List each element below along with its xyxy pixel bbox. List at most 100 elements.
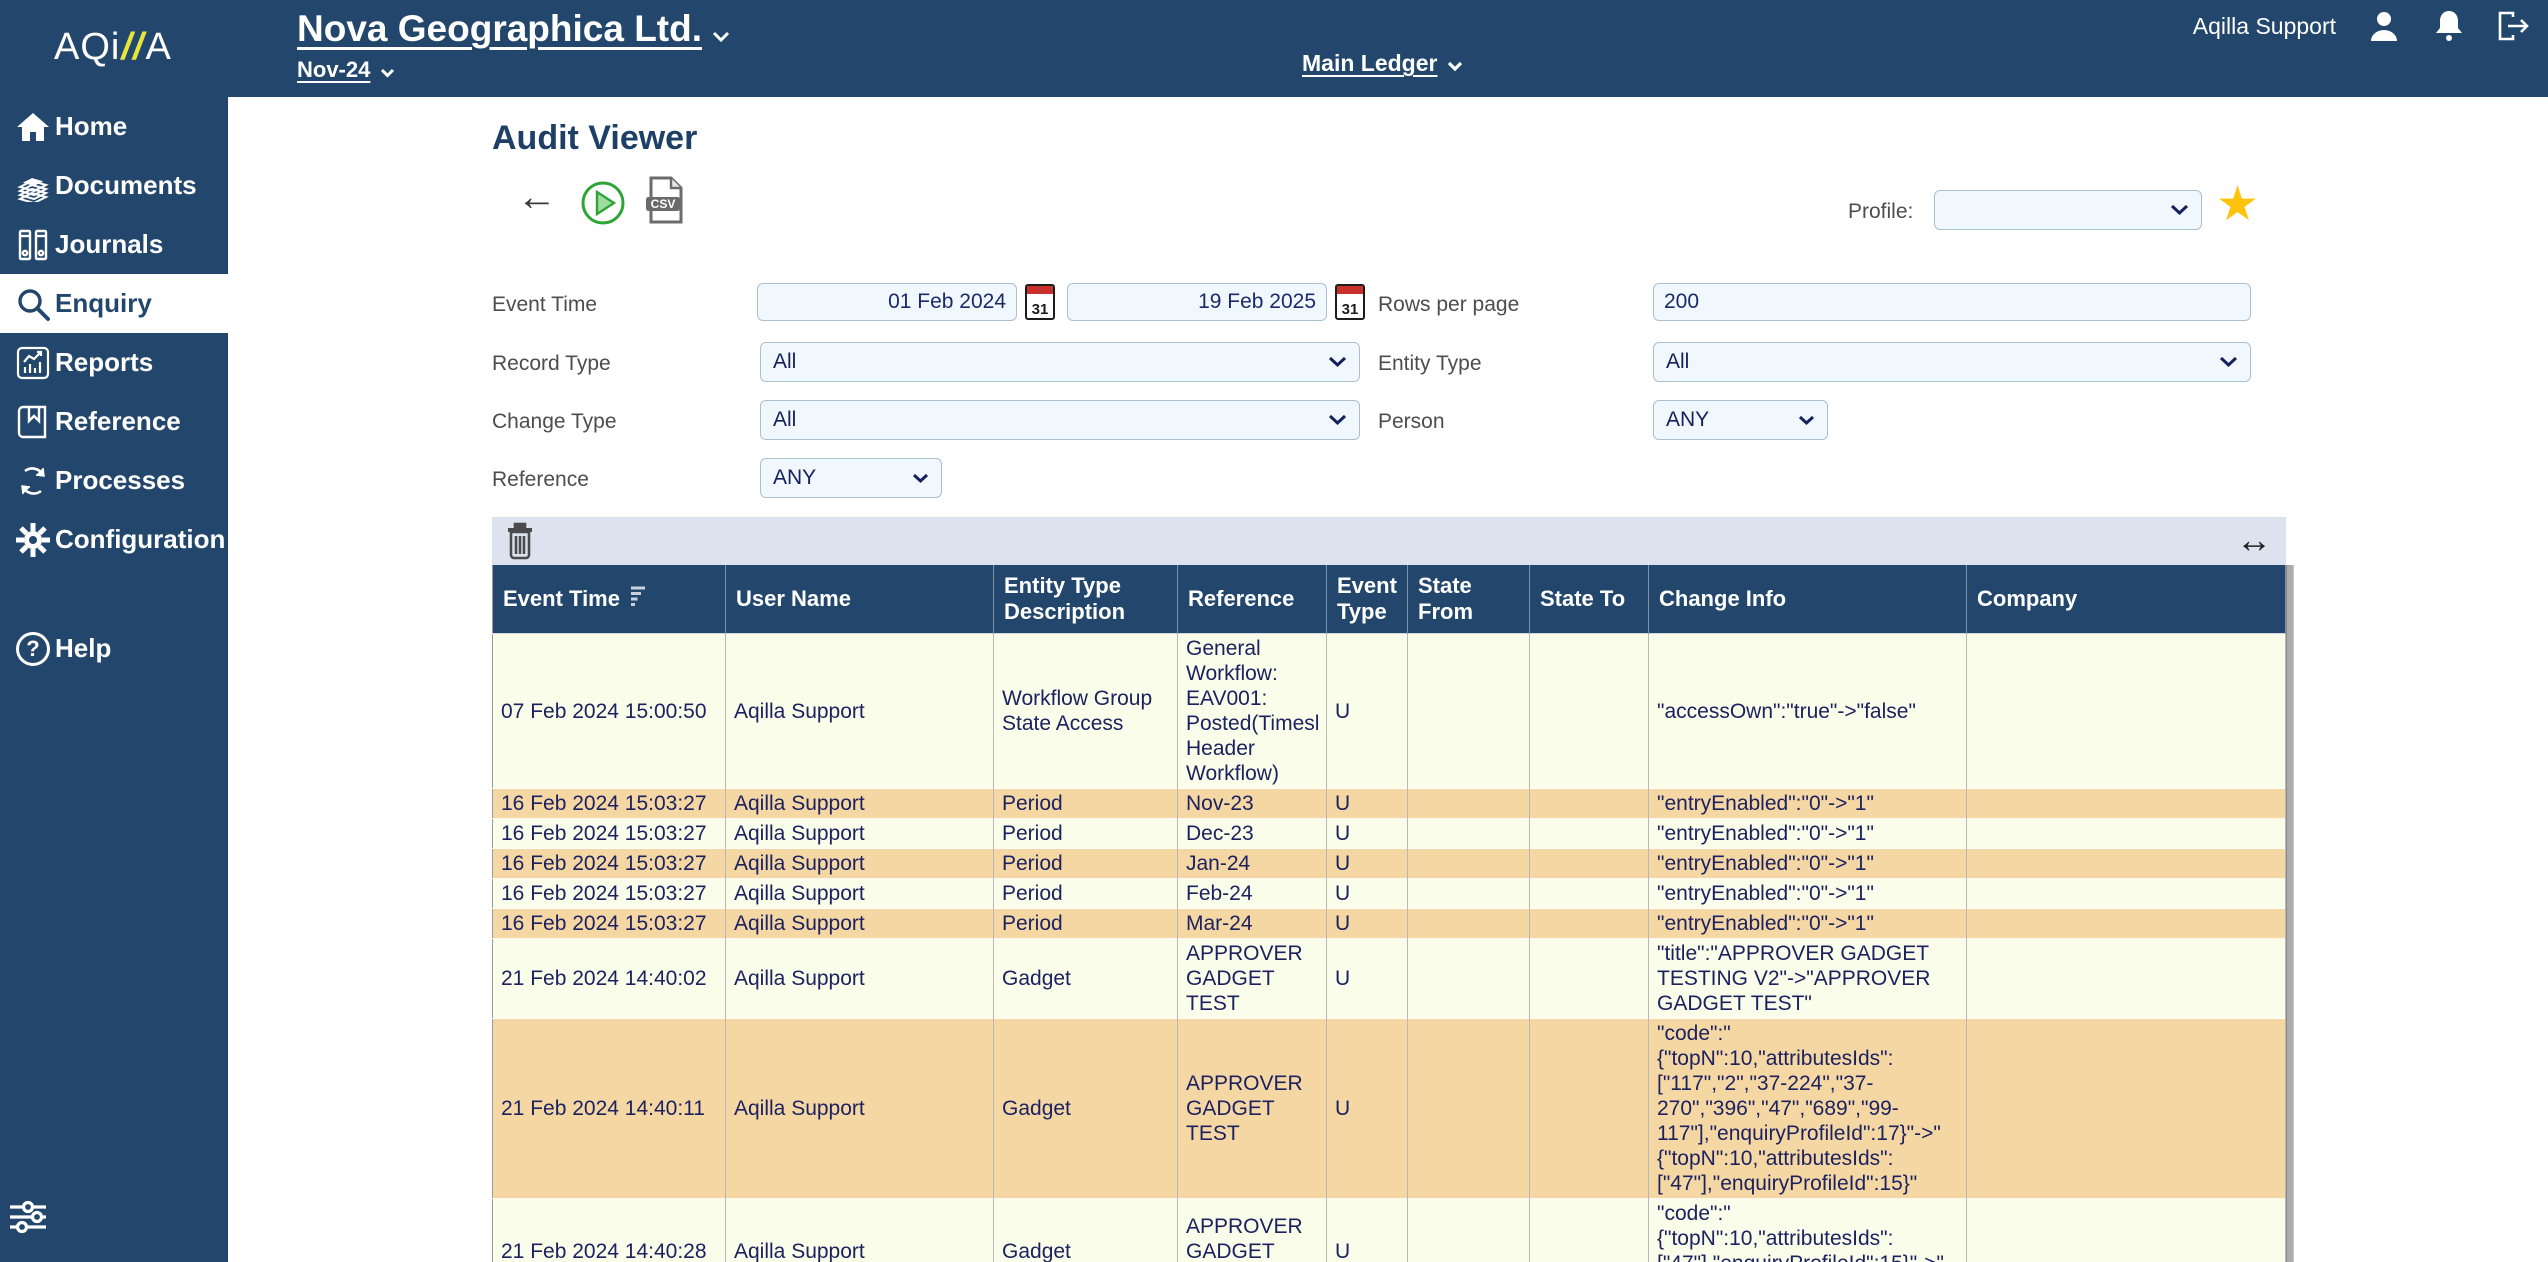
event-time-from-input[interactable] [757,283,1017,321]
sidebar-item-documents[interactable]: Documents [0,156,228,215]
cell-user-name: Aqilla Support [726,1199,994,1262]
calendar-icon[interactable]: 31 [1335,284,1365,320]
column-header-event-type[interactable]: Event Type [1327,565,1408,634]
calendar-body: 31 [1025,284,1055,320]
column-header-event-time[interactable]: Event Time [493,565,726,634]
table-row[interactable]: 07 Feb 2024 15:00:50 Aqilla Support Work… [493,634,2286,789]
cell-event-type: U [1327,879,1408,909]
favorite-star-icon[interactable]: ★ [2216,181,2259,229]
cell-event-type: U [1327,1019,1408,1199]
resize-columns-icon[interactable]: ↔ [2236,519,2272,561]
rows-per-page-input[interactable] [1653,283,2251,321]
table-row[interactable]: 16 Feb 2024 15:03:27 Aqilla Support Peri… [493,819,2286,849]
column-label: State To [1540,586,1625,611]
audit-table: Event Time User Name Entity Type Descrip… [492,565,2286,1262]
column-header-reference[interactable]: Reference [1178,565,1327,634]
calendar-icon[interactable]: 31 [1025,284,1055,320]
column-label: Reference [1188,586,1294,611]
cell-event-type: U [1327,939,1408,1019]
sidebar-item-label: Reports [55,347,153,378]
event-time-label: Event Time [492,293,597,317]
sidebar-item-home[interactable]: Home [0,97,228,156]
cell-change-info: "entryEnabled":"0"->"1" [1649,879,1967,909]
cell-company [1967,939,2286,1019]
home-icon [14,111,52,143]
column-header-entity-type-description[interactable]: Entity Type Description [994,565,1178,634]
cell-change-info: "entryEnabled":"0"->"1" [1649,819,1967,849]
column-header-company[interactable]: Company [1967,565,2286,634]
csv-export-icon[interactable]: CSV [642,176,686,229]
logo-slashes: // [120,26,145,68]
cell-event-time: 21 Feb 2024 14:40:28 [493,1199,726,1262]
vertical-scrollbar[interactable] [2286,565,2294,1262]
run-play-button[interactable] [580,180,626,231]
table-row[interactable]: 21 Feb 2024 14:40:02 Aqilla Support Gadg… [493,939,2286,1019]
profile-select[interactable] [1934,190,2202,230]
change-type-select[interactable]: All [760,400,1360,440]
cell-state-to [1530,879,1649,909]
company-selector[interactable]: Nova Geographica Ltd. [297,8,730,52]
cell-company [1967,789,2286,819]
sidebar-item-enquiry[interactable]: Enquiry [0,274,228,333]
cell-entity-type-description: Gadget [994,1199,1178,1262]
period-selector[interactable]: Nov-24 [297,57,395,84]
sidebar-item-reference[interactable]: Reference [0,392,228,451]
table-row[interactable]: 16 Feb 2024 15:03:27 Aqilla Support Peri… [493,879,2286,909]
cell-change-info: "entryEnabled":"0"->"1" [1649,849,1967,879]
column-header-state-from[interactable]: State From [1408,565,1530,634]
sidebar-item-configuration[interactable]: Configuration [0,510,228,569]
cell-change-info: "entryEnabled":"0"->"1" [1649,909,1967,939]
cell-user-name: Aqilla Support [726,849,994,879]
ledger-label: Main Ledger [1302,50,1437,76]
table-row[interactable]: 21 Feb 2024 14:40:11 Aqilla Support Gadg… [493,1019,2286,1199]
user-name[interactable]: Aqilla Support [2193,13,2336,40]
user-cluster: Aqilla Support [2193,8,2532,44]
cell-entity-type-description: Period [994,789,1178,819]
cell-company [1967,909,2286,939]
record-type-select[interactable]: All [760,342,1360,382]
column-header-state-to[interactable]: State To [1530,565,1649,634]
sidebar-item-help[interactable]: ? Help [0,619,228,678]
person-select[interactable]: ANY [1653,400,1828,440]
reference-select[interactable]: ANY [760,458,942,498]
column-header-user-name[interactable]: User Name [726,565,994,634]
chevron-down-icon [912,473,941,484]
chevron-down-icon [380,58,395,84]
chevron-down-icon [1328,414,1359,426]
calendar-top [1027,286,1053,294]
gear-icon [14,522,52,558]
notifications-bell-icon[interactable] [2432,8,2466,44]
search-icon [14,286,52,322]
sidebar-item-journals[interactable]: Journals [0,215,228,274]
sidebar-item-reports[interactable]: Reports [0,333,228,392]
cell-entity-type-description: Period [994,879,1178,909]
table-row[interactable]: 16 Feb 2024 15:03:27 Aqilla Support Peri… [493,789,2286,819]
cell-user-name: Aqilla Support [726,789,994,819]
period-label: Nov-24 [297,57,370,82]
profile-label: Profile: [1848,200,1913,224]
logout-icon[interactable] [2496,9,2532,43]
record-type-value: All [761,350,1328,374]
cell-user-name: Aqilla Support [726,939,994,1019]
cell-reference: APPROVER GADGET TEST [1178,939,1327,1019]
cell-change-info: "code":"{"topN":10,"attributesIds":["47"… [1649,1199,1967,1262]
column-header-change-info[interactable]: Change Info [1649,565,1967,634]
sidebar-item-label: Processes [55,465,185,496]
sidebar-item-processes[interactable]: Processes [0,451,228,510]
cell-state-to [1530,819,1649,849]
company-name: Nova Geographica Ltd. [297,8,702,49]
topbar: AQi//A Nova Geographica Ltd. Nov-24 Main… [0,0,2548,97]
filter-sliders-icon[interactable] [8,1197,52,1242]
cell-company [1967,819,2286,849]
trash-icon[interactable] [502,522,538,565]
table-row[interactable]: 21 Feb 2024 14:40:28 Aqilla Support Gadg… [493,1199,2286,1262]
back-button[interactable]: ← [517,177,557,217]
ledger-selector[interactable]: Main Ledger [1302,50,1463,78]
table-row[interactable]: 16 Feb 2024 15:03:27 Aqilla Support Peri… [493,909,2286,939]
entity-type-select[interactable]: All [1653,342,2251,382]
cell-state-to [1530,1019,1649,1199]
cell-event-time: 16 Feb 2024 15:03:27 [493,849,726,879]
user-icon[interactable] [2366,8,2402,44]
event-time-to-input[interactable] [1067,283,1327,321]
table-row[interactable]: 16 Feb 2024 15:03:27 Aqilla Support Peri… [493,849,2286,879]
